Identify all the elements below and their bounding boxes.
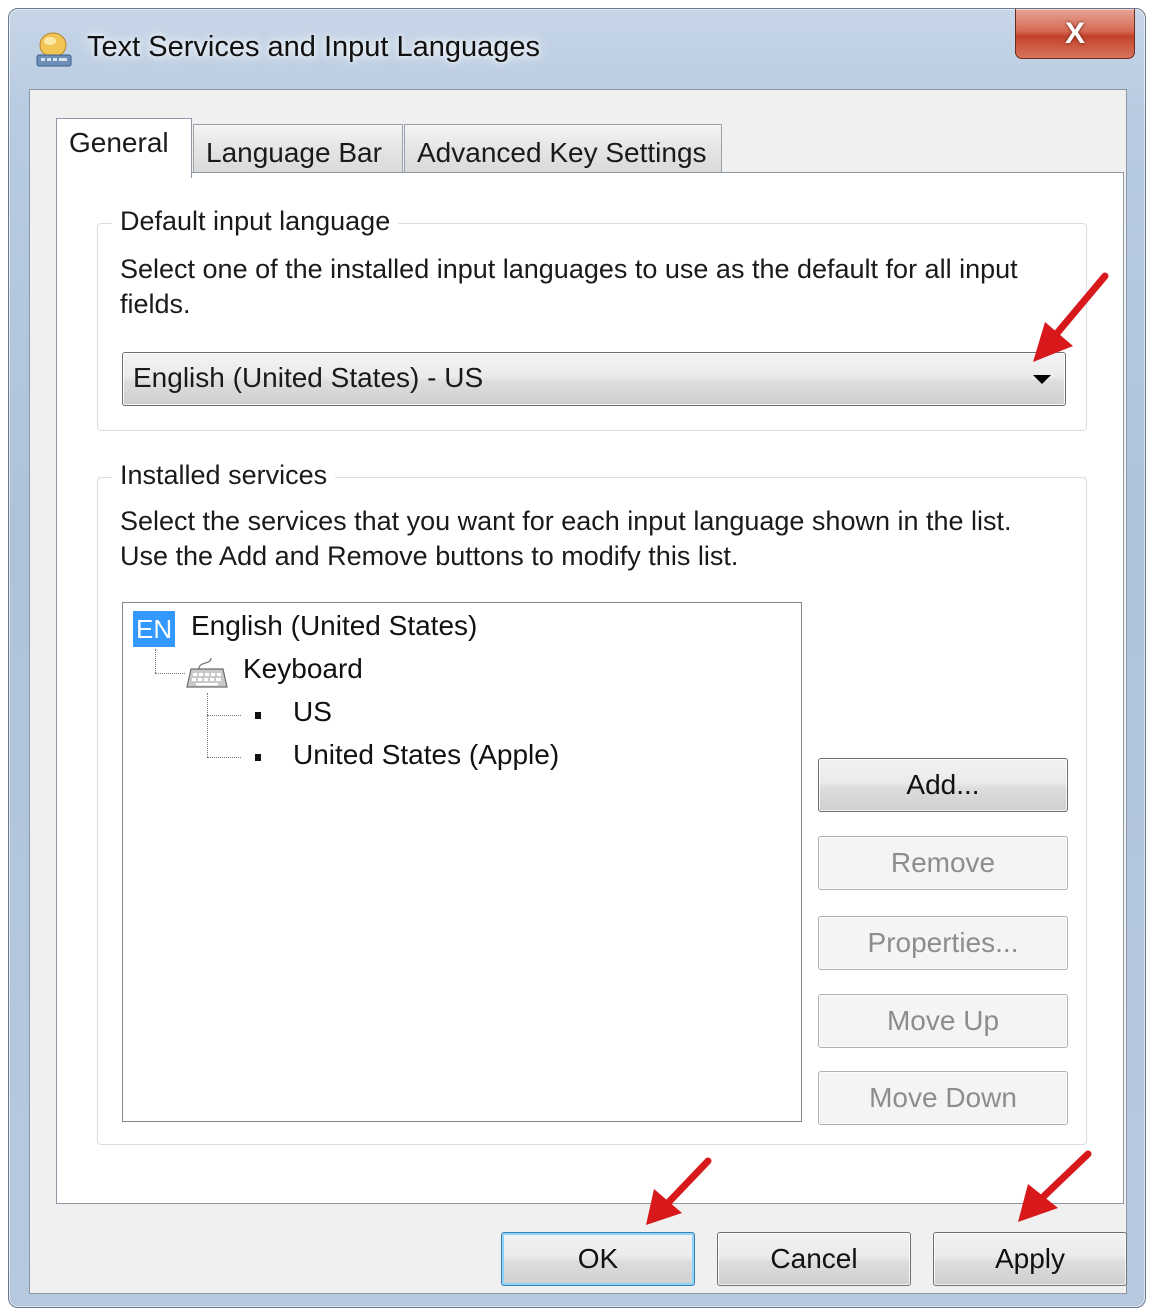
annotation-arrow-icon [646,1157,712,1225]
tree-connector [207,715,241,716]
installed-services-description-line1: Select the services that you want for ea… [120,506,1012,536]
default-language-value: English (United States) - US [133,362,484,393]
close-icon: X [1064,16,1085,50]
installed-services-description-line2: Use the Add and Remove buttons to modify… [120,541,739,571]
dialog-client-area: General Language Bar Advanced Key Settin… [29,89,1127,1294]
remove-button[interactable]: Remove [818,836,1068,890]
cancel-button[interactable]: Cancel [717,1232,911,1286]
language-bar-icon [36,32,72,67]
general-tab-page: Default input language Select one of the… [56,172,1124,1204]
title-bar[interactable]: Text Services and Input Languages X [9,9,1145,91]
tree-connector [207,693,208,757]
tree-item-keyboard[interactable]: Keyboard [243,653,363,685]
default-language-dropdown[interactable]: English (United States) - US [122,352,1066,406]
default-language-description-line1: Select one of the installed input langua… [120,254,1018,284]
layout-bullet [255,754,261,761]
default-language-description-line2: fields. [120,289,191,319]
window-title: Text Services and Input Languages [87,31,541,63]
annotation-arrow-icon [1033,272,1109,362]
tree-item-layout-us[interactable]: US [293,696,332,728]
tab-language-bar[interactable]: Language Bar [193,124,403,176]
layout-bullet [255,712,261,719]
tab-general-label: General [69,127,169,158]
apply-button[interactable]: Apply [933,1232,1127,1286]
tab-advanced-key-settings[interactable]: Advanced Key Settings [404,124,722,176]
installed-services-legend: Installed services [112,460,336,491]
close-button[interactable]: X [1015,9,1135,59]
tab-advanced-key-settings-label: Advanced Key Settings [417,137,707,168]
ok-button[interactable]: OK [501,1232,695,1286]
move-down-button[interactable]: Move Down [818,1071,1068,1125]
keyboard-icon [186,657,228,688]
tab-general[interactable]: General [56,118,192,178]
tree-item-language[interactable]: English (United States) [191,610,477,642]
default-input-language-group: Default input language Select one of the… [97,206,1087,431]
properties-button[interactable]: Properties... [818,916,1068,970]
tab-language-bar-label: Language Bar [206,137,382,168]
annotation-arrow-icon [1018,1150,1092,1222]
move-up-button[interactable]: Move Up [818,994,1068,1048]
add-button[interactable]: Add... [818,758,1068,812]
installed-services-tree[interactable]: EN English (United States) Keyboard US U… [122,602,802,1122]
default-input-language-legend: Default input language [112,206,399,237]
installed-services-group: Installed services Select the services t… [97,460,1087,1145]
tree-item-layout-apple[interactable]: United States (Apple) [293,739,559,771]
tree-connector [207,757,241,758]
tree-connector [155,673,185,674]
tree-connector [155,649,156,673]
dialog-window: Text Services and Input Languages X Gene… [8,8,1146,1308]
language-badge: EN [133,611,176,647]
